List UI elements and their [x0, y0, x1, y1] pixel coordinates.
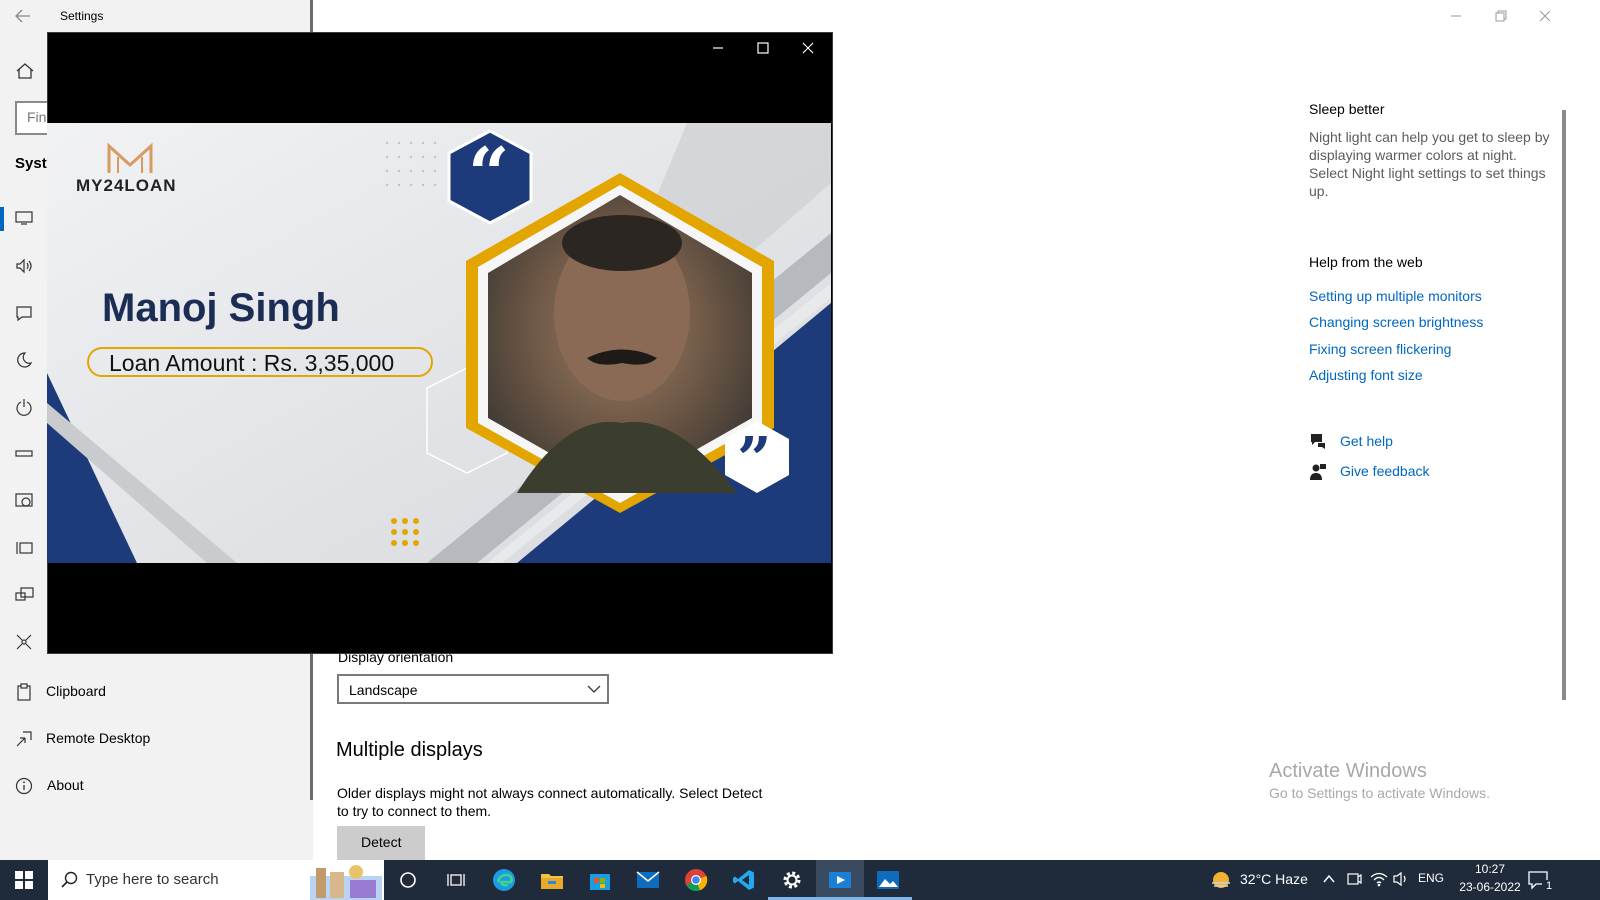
mail-icon[interactable]	[624, 860, 672, 900]
nav-focus-assist-icon[interactable]	[15, 351, 33, 369]
taskbar-search-box[interactable]: Type here to search	[48, 860, 384, 900]
edge-icon[interactable]	[480, 860, 528, 900]
nav-item-label: Clipboard	[46, 683, 106, 699]
clock-time[interactable]: 10:27	[1456, 862, 1524, 876]
link-multiple-monitors[interactable]: Setting up multiple monitors	[1309, 288, 1482, 304]
nav-selection-indicator	[0, 207, 4, 231]
minimize-icon[interactable]	[1448, 8, 1464, 24]
orientation-value: Landscape	[349, 682, 418, 698]
orientation-dropdown[interactable]: Landscape	[337, 674, 609, 704]
home-icon[interactable]	[15, 62, 35, 80]
windows-start-icon[interactable]	[0, 860, 48, 900]
nav-tablet-icon[interactable]	[15, 492, 35, 510]
popup-maximize-icon[interactable]	[755, 40, 771, 56]
vscode-icon[interactable]	[720, 860, 768, 900]
nav-item-label: About	[47, 777, 84, 793]
back-icon[interactable]	[14, 8, 32, 24]
video-player-taskbar-icon[interactable]	[816, 860, 864, 900]
nav-display-icon[interactable]	[15, 210, 33, 226]
sleep-better-desc: Night light can help you get to sleep by…	[1309, 129, 1550, 199]
nav-item-about[interactable]: About	[15, 775, 275, 797]
nav-section-title: System	[15, 155, 47, 172]
nav-power-icon[interactable]	[15, 398, 33, 416]
popup-minimize-icon[interactable]	[710, 40, 726, 56]
customer-name: Manoj Singh	[102, 286, 340, 330]
link-screen-brightness[interactable]: Changing screen brightness	[1309, 314, 1483, 330]
multiple-displays-title: Multiple displays	[336, 739, 483, 761]
clock-date[interactable]: 23-06-2022	[1452, 880, 1528, 894]
help-web-title: Help from the web	[1309, 254, 1423, 270]
remote-desktop-icon	[15, 730, 33, 748]
clipboard-icon	[15, 683, 33, 701]
nav-sound-icon[interactable]	[15, 257, 35, 275]
nav-projecting-icon[interactable]	[15, 586, 35, 604]
chrome-icon[interactable]	[672, 860, 720, 900]
photos-icon[interactable]	[864, 860, 912, 900]
language-indicator[interactable]: ENG	[1418, 871, 1444, 885]
settings-gear-icon[interactable]	[768, 860, 816, 900]
get-help-link[interactable]: Get help	[1340, 433, 1393, 449]
cortana-icon[interactable]	[384, 860, 432, 900]
feedback-icon	[1309, 463, 1327, 481]
search-icon	[60, 871, 78, 889]
loan-amount-pill: Loan Amount : Rs. 3,35,000	[87, 347, 433, 377]
weather-icon[interactable]	[1210, 870, 1232, 890]
multiple-displays-desc: Older displays might not always connect …	[337, 785, 763, 819]
detect-button[interactable]: Detect	[337, 826, 425, 860]
nav-item-remote-desktop[interactable]: Remote Desktop	[15, 728, 275, 750]
content-scrollbar[interactable]	[1562, 110, 1566, 700]
close-icon[interactable]	[1537, 8, 1553, 24]
brand-logo-text: MY24LOAN	[76, 176, 177, 195]
info-icon	[15, 777, 33, 795]
search-highlight-icon	[310, 862, 382, 900]
meet-now-icon[interactable]	[1346, 871, 1362, 887]
m-logo-icon	[106, 143, 154, 175]
nav-item-clipboard[interactable]: Clipboard	[15, 681, 275, 703]
weather-text[interactable]: 32°C Haze	[1240, 871, 1308, 887]
open-quote-icon: “	[468, 131, 510, 216]
nav-item-label: Remote Desktop	[46, 730, 151, 746]
popup-close-icon[interactable]	[800, 40, 816, 56]
link-screen-flickering[interactable]: Fixing screen flickering	[1309, 341, 1451, 357]
chevron-down-icon	[587, 684, 601, 694]
network-icon[interactable]	[1370, 871, 1388, 887]
file-explorer-icon[interactable]	[528, 860, 576, 900]
activate-title: Activate Windows	[1269, 760, 1427, 782]
nav-notifications-icon[interactable]	[15, 304, 33, 322]
get-help-icon	[1309, 432, 1327, 450]
nav-storage-icon[interactable]	[15, 447, 33, 461]
close-quote-icon: ”	[737, 425, 772, 495]
activate-subtitle: Go to Settings to activate Windows.	[1269, 785, 1490, 801]
notification-count-badge: 1	[1542, 880, 1556, 894]
task-view-icon[interactable]	[432, 860, 480, 900]
microsoft-store-icon[interactable]	[576, 860, 624, 900]
restore-icon[interactable]	[1493, 8, 1509, 24]
link-font-size[interactable]: Adjusting font size	[1309, 367, 1423, 383]
window-title: Settings	[60, 9, 104, 23]
chevron-up-icon[interactable]	[1322, 872, 1336, 886]
give-feedback-link[interactable]: Give feedback	[1340, 463, 1430, 479]
sleep-better-title: Sleep better	[1309, 101, 1385, 117]
nav-shared-experiences-icon[interactable]	[15, 633, 33, 651]
volume-icon[interactable]	[1392, 871, 1410, 887]
nav-multitasking-icon[interactable]	[15, 539, 33, 557]
